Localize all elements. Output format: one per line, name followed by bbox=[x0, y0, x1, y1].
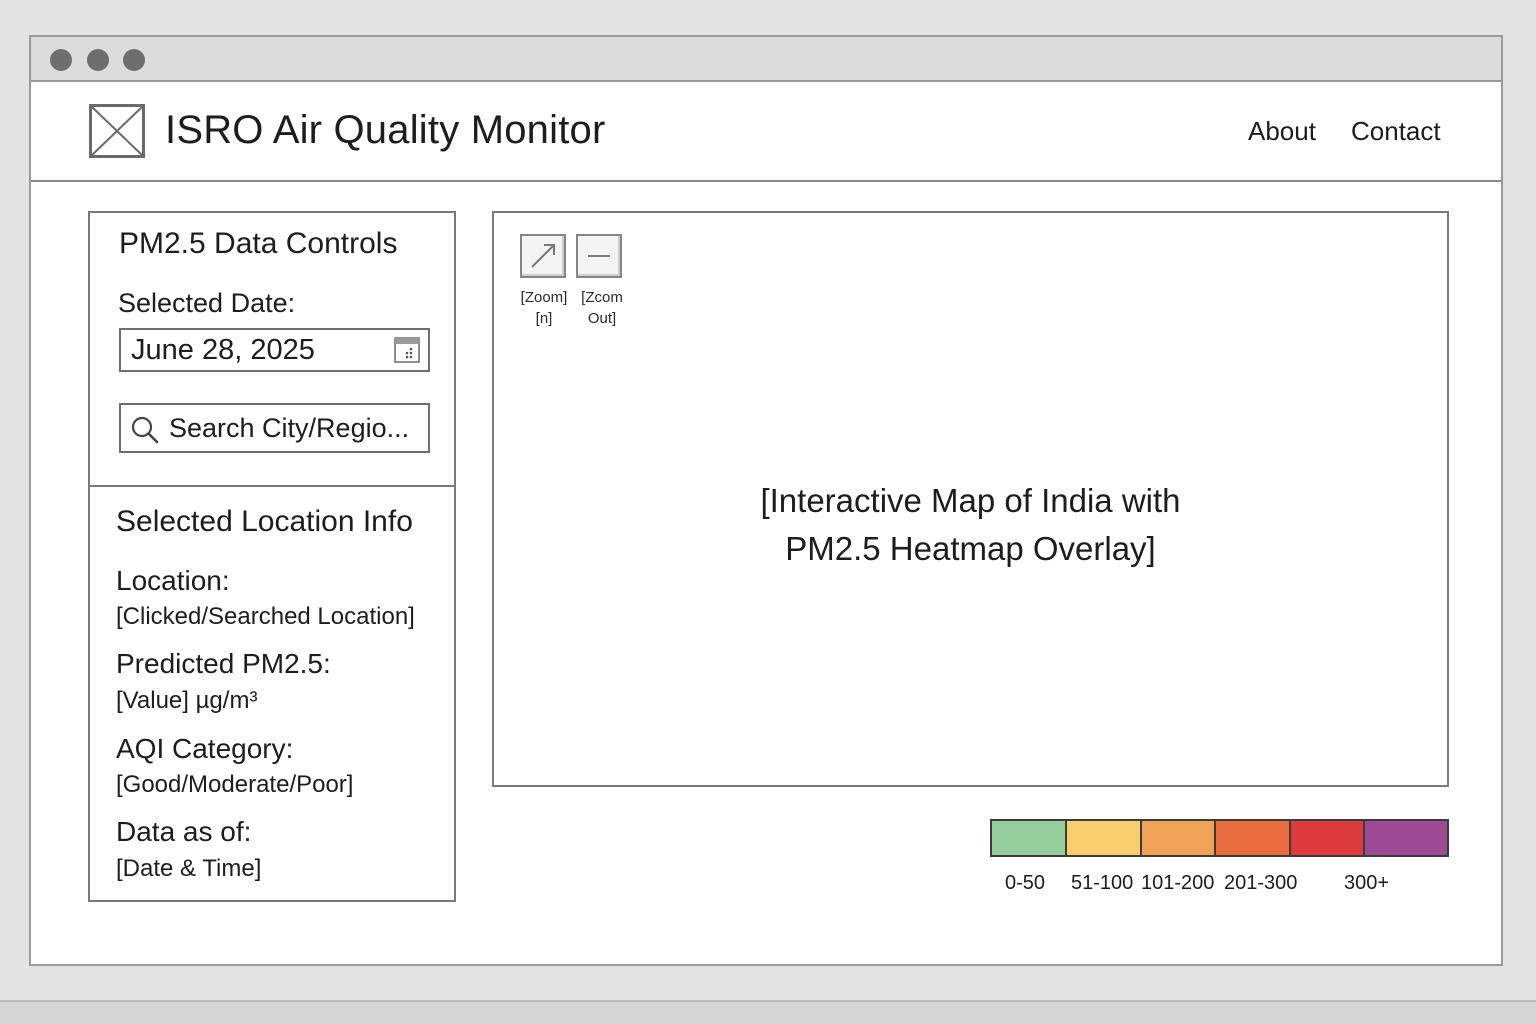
map-placeholder-text: [Interactive Map of India with PM2.5 Hea… bbox=[494, 477, 1447, 573]
map-placeholder-line2: PM2.5 Heatmap Overlay] bbox=[785, 530, 1156, 567]
aqi-color-legend bbox=[990, 819, 1449, 857]
location-info-title: Selected Location Info bbox=[116, 505, 413, 538]
legend-label: 0-50 bbox=[1005, 872, 1046, 894]
data-as-of-value: [Date & Time] bbox=[116, 855, 262, 882]
date-picker-field[interactable] bbox=[119, 328, 430, 372]
zoom-in-caption-line2: [n] bbox=[535, 310, 553, 327]
location-value: [Clicked/Searched Location] bbox=[116, 603, 415, 630]
location-search-field[interactable] bbox=[119, 403, 430, 453]
zoom-out-button[interactable] bbox=[576, 234, 622, 278]
map-placeholder-line1: [Interactive Map of India with bbox=[760, 482, 1181, 519]
zoom-in-button[interactable] bbox=[520, 234, 566, 278]
window-minimize-dot[interactable] bbox=[87, 49, 109, 71]
controls-title: PM2.5 Data Controls bbox=[119, 227, 398, 260]
date-input[interactable] bbox=[131, 330, 381, 370]
legend-swatch bbox=[1291, 821, 1365, 855]
data-controls-section: PM2.5 Data Controls Selected Date: bbox=[90, 213, 454, 487]
legend-swatch bbox=[992, 821, 1067, 855]
browser-window: ISRO Air Quality Monitor About Contact P… bbox=[29, 35, 1503, 966]
aqi-value: [Good/Moderate/Poor] bbox=[116, 771, 354, 798]
image-placeholder-icon bbox=[89, 104, 145, 158]
zoom-in-caption-line1: [Zoom] bbox=[520, 289, 568, 306]
legend-swatch bbox=[1142, 821, 1216, 855]
legend-label: 101-200 bbox=[1141, 872, 1215, 894]
calendar-icon[interactable] bbox=[394, 337, 420, 363]
sidebar-panel: PM2.5 Data Controls Selected Date: June … bbox=[88, 211, 456, 902]
search-input[interactable] bbox=[169, 407, 427, 449]
expand-arrow-icon bbox=[531, 244, 555, 268]
desktop-bottom-strip bbox=[0, 1000, 1536, 1024]
aqi-label: AQI Category: bbox=[116, 733, 294, 764]
window-maximize-dot[interactable] bbox=[123, 49, 145, 71]
pm25-label: Predicted PM2.5: bbox=[116, 648, 331, 679]
legend-swatch bbox=[1067, 821, 1142, 855]
nav-about-link[interactable]: About bbox=[1248, 116, 1316, 147]
legend-swatch bbox=[1365, 821, 1447, 855]
selected-date-label: Selected Date: bbox=[118, 288, 296, 318]
location-label: Location: bbox=[116, 565, 230, 596]
app-header: ISRO Air Quality Monitor About Contact bbox=[31, 82, 1501, 182]
map-panel[interactable]: [Zoom] [n] [Zcom Out] [Interactive Map o… bbox=[492, 211, 1449, 787]
legend-swatch bbox=[1216, 821, 1291, 855]
zoom-in-caption: [Zoom] [n] bbox=[514, 287, 574, 329]
window-titlebar bbox=[31, 37, 1501, 82]
legend-label: 300+ bbox=[1344, 872, 1390, 894]
pm25-value: [Value] µg/m³ bbox=[116, 687, 258, 714]
legend-label: 51-100 bbox=[1071, 872, 1134, 894]
zoom-out-caption: [Zcom Out] bbox=[572, 287, 632, 329]
search-icon bbox=[131, 416, 159, 444]
data-as-of-label: Data as of: bbox=[116, 816, 252, 847]
app-title: ISRO Air Quality Monitor bbox=[165, 108, 606, 152]
window-close-dot[interactable] bbox=[50, 49, 72, 71]
zoom-out-caption-line2: Out] bbox=[587, 310, 617, 327]
nav-contact-link[interactable]: Contact bbox=[1351, 116, 1441, 147]
legend-label: 201-300 bbox=[1224, 872, 1298, 894]
zoom-out-caption-line1: [Zcom bbox=[581, 289, 623, 306]
minus-icon bbox=[588, 255, 610, 257]
